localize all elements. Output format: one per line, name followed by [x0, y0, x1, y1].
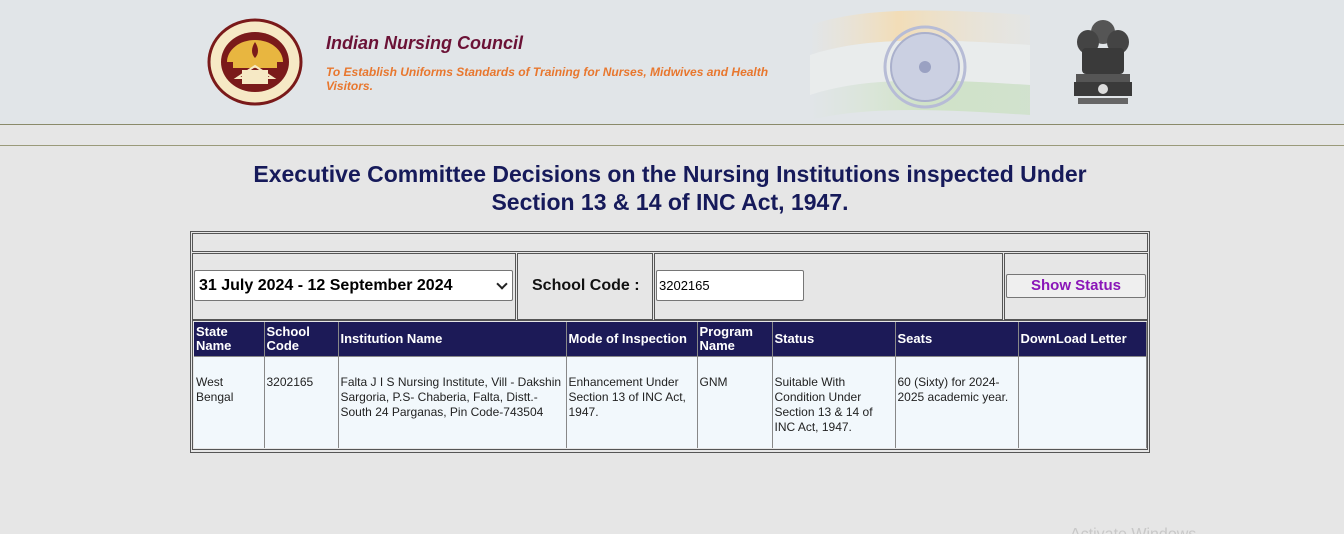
chevron-down-icon: [496, 278, 508, 290]
site-header: [0, 0, 1344, 124]
org-tagline: To Establish Uniforms Standards of Train…: [326, 65, 769, 93]
school-code-label: School Code :: [532, 277, 640, 294]
show-status-button[interactable]: Show Status: [1006, 274, 1146, 298]
cell-institution-name: Falta J I S Nursing Institute, Vill - Da…: [338, 355, 567, 448]
sub-bar-divider: [0, 145, 1344, 146]
col-state-name: State Name: [194, 322, 265, 356]
results-table: State Name School Code Institution Name …: [194, 322, 1147, 448]
cell-program-name: GNM: [697, 355, 773, 448]
page-title-line2: Section 13 & 14 of INC Act, 1947.: [491, 189, 849, 215]
date-range-selected: 31 July 2024 - 12 September 2024: [199, 277, 453, 294]
cell-seats: 60 (Sixty) for 2024-2025 academic year.: [895, 355, 1019, 448]
table-header-row: State Name School Code Institution Name …: [194, 322, 1147, 356]
col-status: Status: [772, 322, 896, 356]
sub-bar: [0, 125, 1344, 145]
col-seats: Seats: [895, 322, 1019, 356]
windows-activation-watermark: Activate Windows: [1070, 526, 1196, 534]
col-school-code: School Code: [264, 322, 339, 356]
col-mode-of-inspection: Mode of Inspection: [566, 322, 698, 356]
col-institution-name: Institution Name: [338, 322, 567, 356]
cell-state-name: West Bengal: [194, 355, 265, 448]
cell-status: Suitable With Condition Under Section 13…: [772, 355, 896, 448]
cell-mode-of-inspection: Enhancement Under Section 13 of INC Act,…: [566, 355, 698, 448]
org-name: Indian Nursing Council: [326, 33, 523, 53]
school-code-input[interactable]: 3202165: [656, 270, 804, 301]
indian-flag-icon: [810, 10, 1030, 120]
panel-top-row: [192, 233, 1148, 252]
state-emblem-icon: [1074, 20, 1132, 104]
col-download-letter: DownLoad Letter: [1018, 322, 1147, 356]
table-row: West Bengal 3202165 Falta J I S Nursing …: [194, 355, 1147, 448]
page-title-line1: Executive Committee Decisions on the Nur…: [253, 161, 1087, 187]
col-program-name: Program Name: [697, 322, 773, 356]
page-title: Executive Committee Decisions on the Nur…: [200, 160, 1140, 216]
date-range-select[interactable]: 31 July 2024 - 12 September 2024: [194, 270, 513, 301]
cell-download-letter[interactable]: [1018, 355, 1147, 448]
cell-school-code: 3202165: [264, 355, 339, 448]
inc-logo-icon: [207, 18, 303, 106]
